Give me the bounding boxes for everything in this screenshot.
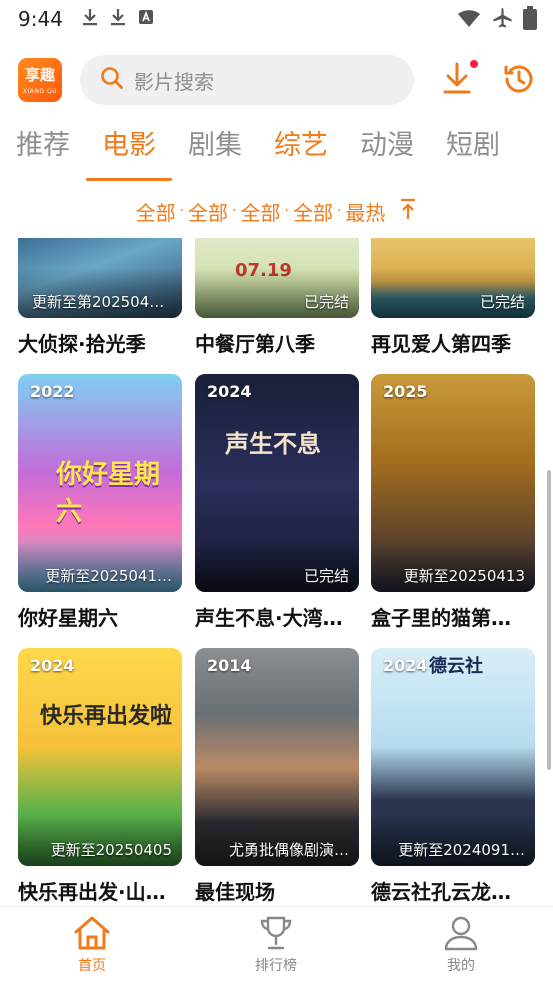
- tab-short-drama[interactable]: 短剧: [446, 124, 500, 168]
- status-bar: 9:44: [0, 0, 553, 38]
- update-status: 更新至20250405: [50, 841, 172, 859]
- poster-image: 2024 德云社 更新至2024091…: [371, 648, 535, 866]
- year-badge: 2025: [383, 382, 428, 401]
- list-item[interactable]: 2014 尤勇批偶像剧演… 最佳现场: [195, 648, 359, 905]
- history-icon: [502, 65, 536, 100]
- year-badge: 2024: [383, 656, 428, 675]
- tab-series[interactable]: 剧集: [188, 124, 242, 168]
- status-time: 9:44: [18, 7, 63, 31]
- text-notification-icon: [138, 9, 154, 29]
- update-status: 更新至2024091…: [398, 841, 525, 859]
- category-tabs: 推荐 电影 剧集 综艺 动漫 短剧: [0, 124, 553, 184]
- bottom-navigation: 首页 排行榜 我的: [0, 906, 553, 983]
- filter-option[interactable]: 全部: [241, 197, 281, 226]
- filter-separator: ·: [284, 203, 289, 219]
- update-status: 已完结: [303, 567, 349, 585]
- item-title: 大侦探·拾光季: [18, 332, 146, 356]
- poster-image: 2022 你好星期六 更新至2025041…: [18, 374, 182, 592]
- tab-recommend[interactable]: 推荐: [16, 124, 70, 168]
- year-badge: 2024: [207, 382, 252, 401]
- search-placeholder: 影片搜索: [134, 69, 214, 94]
- trophy-icon: [226, 915, 326, 951]
- download-icon: [440, 62, 476, 102]
- poster-image: 已完结: [371, 238, 535, 318]
- poster-image: 07.19 已完结: [195, 238, 359, 318]
- filter-bar: 全部 · 全部 · 全部 · 全部 · 最热: [0, 192, 553, 230]
- download-button[interactable]: [440, 58, 478, 98]
- nav-label: 我的: [447, 958, 475, 974]
- item-title: 中餐厅第八季: [195, 332, 315, 356]
- logo-text: 享趣: [24, 66, 55, 84]
- search-input[interactable]: 影片搜索: [80, 55, 414, 105]
- download-status-icon: [110, 8, 126, 30]
- home-icon: [42, 915, 142, 951]
- filter-separator: ·: [336, 203, 342, 219]
- download-status-icon: [82, 8, 98, 30]
- battery-icon: [523, 6, 537, 34]
- poster-caption: 德云社: [429, 656, 483, 677]
- filter-separator: ·: [232, 203, 237, 219]
- filter-option[interactable]: 全部: [293, 197, 333, 226]
- item-title: 再见爱人第四季: [371, 332, 511, 356]
- update-status: 更新至20250413: [403, 567, 525, 585]
- list-item[interactable]: 已完结 再见爱人第四季: [371, 238, 535, 357]
- tab-anime[interactable]: 动漫: [360, 124, 414, 168]
- poster-image: 更新至第202504…: [18, 238, 182, 318]
- list-item[interactable]: 2024 德云社 更新至2024091… 德云社孔云龙…: [371, 648, 535, 905]
- update-status: 更新至2025041…: [45, 567, 172, 585]
- update-status: 已完结: [303, 293, 349, 311]
- update-status: 已完结: [479, 293, 525, 311]
- poster-caption: 你好星期六: [56, 460, 161, 527]
- list-item[interactable]: 2025 更新至20250413 盒子里的猫第…: [371, 374, 535, 631]
- item-title: 声生不息·大湾…: [195, 606, 343, 630]
- nav-ranking[interactable]: 排行榜: [226, 915, 326, 975]
- poster-caption: 声生不息: [225, 430, 321, 458]
- search-icon: [100, 66, 134, 94]
- item-title: 盒子里的猫第…: [371, 606, 511, 630]
- nav-home[interactable]: 首页: [42, 915, 142, 975]
- poster-image: 2024 声生不息 已完结: [195, 374, 359, 592]
- item-title: 你好星期六: [18, 606, 118, 630]
- poster-image: 2025 更新至20250413: [371, 374, 535, 592]
- list-item[interactable]: 更新至第202504… 大侦探·拾光季: [18, 238, 182, 357]
- update-status: 尤勇批偶像剧演…: [228, 841, 349, 859]
- list-item[interactable]: 2022 你好星期六 更新至2025041… 你好星期六: [18, 374, 182, 631]
- wifi-icon: [457, 8, 481, 32]
- tab-movie[interactable]: 电影: [102, 124, 156, 168]
- nav-profile[interactable]: 我的: [411, 915, 511, 975]
- filter-option[interactable]: 全部: [136, 197, 176, 226]
- notification-dot: [470, 60, 478, 68]
- poster-caption: 快乐再出发啦: [40, 704, 173, 729]
- header: 享趣 XIANG QU 影片搜索: [0, 50, 553, 110]
- filter-separator: ·: [179, 203, 185, 219]
- tab-variety[interactable]: 综艺: [274, 124, 328, 168]
- item-title: 最佳现场: [195, 880, 275, 904]
- item-title: 快乐再出发·山…: [18, 880, 166, 904]
- list-item[interactable]: 07.19 已完结 中餐厅第八季: [195, 238, 359, 357]
- collapse-filter-icon[interactable]: [399, 198, 417, 225]
- year-badge: 2022: [30, 382, 75, 401]
- update-status: 更新至第202504…: [32, 293, 165, 311]
- year-badge: 2014: [207, 656, 252, 675]
- poster-image: 2024 快乐再出发啦 更新至20250405: [18, 648, 182, 866]
- item-title: 德云社孔云龙…: [371, 880, 511, 904]
- list-item[interactable]: 2024 快乐再出发啦 更新至20250405 快乐再出发·山…: [18, 648, 182, 905]
- airplane-icon: [491, 7, 513, 33]
- poster-image: 2014 尤勇批偶像剧演…: [195, 648, 359, 866]
- nav-label: 首页: [78, 958, 106, 974]
- content-grid: 更新至第202504… 大侦探·拾光季 07.19 已完结 中餐厅第八季 已完结…: [0, 238, 553, 906]
- scrollbar[interactable]: [547, 470, 551, 770]
- year-badge: 2024: [30, 656, 75, 675]
- history-button[interactable]: [502, 62, 536, 96]
- user-icon: [411, 915, 511, 951]
- list-item[interactable]: 2024 声生不息 已完结 声生不息·大湾…: [195, 374, 359, 631]
- filter-option[interactable]: 全部: [188, 197, 228, 226]
- app-logo: 享趣 XIANG QU: [18, 58, 62, 102]
- nav-label: 排行榜: [255, 958, 297, 974]
- active-tab-indicator: [86, 178, 172, 181]
- filter-option-sort[interactable]: 最热: [345, 197, 385, 226]
- logo-subtext: XIANG QU: [22, 88, 58, 95]
